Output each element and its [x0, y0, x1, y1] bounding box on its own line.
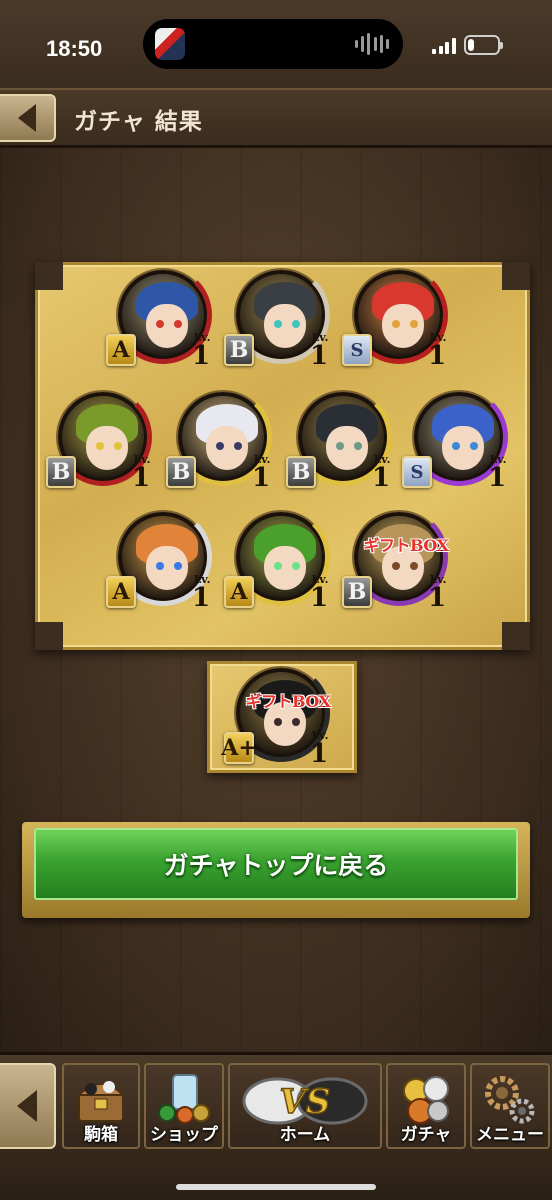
nav-label: ホーム: [279, 1125, 331, 1145]
rank-badge: B: [224, 334, 254, 366]
nav-item-home[interactable]: VS ホーム: [228, 1063, 382, 1149]
rank-badge: S: [402, 456, 432, 488]
unit-token[interactable]: S Lv. 1: [402, 388, 512, 500]
gift-box-label: ギフトBOX: [245, 692, 331, 711]
unit-token[interactable]: A Lv. 1: [224, 508, 334, 620]
nav-item-unit-box[interactable]: 駒箱: [62, 1063, 140, 1149]
page-title: ガチャ 結果: [74, 109, 203, 135]
svg-text:VS: VS: [280, 1082, 331, 1122]
audio-wave-icon: [355, 33, 389, 55]
level-value: 1: [309, 583, 329, 613]
nav-back-button[interactable]: [0, 1063, 56, 1149]
bottom-nav: 駒箱 ショップ VS ホーム ガチャ メニュー: [0, 1052, 552, 1200]
rank-badge: A: [224, 576, 254, 608]
board-corner: [35, 262, 63, 290]
versus-coin-icon: VS: [242, 1077, 368, 1125]
unit-token[interactable]: ギフトBOX B Lv. 1: [342, 508, 452, 620]
page-header: ガチャ 結果: [0, 88, 552, 148]
unit-token[interactable]: S Lv. 1: [342, 266, 452, 378]
nav-item-shop[interactable]: ショップ: [144, 1063, 224, 1149]
status-bar: 18:50: [0, 0, 552, 88]
home-indicator: [176, 1184, 376, 1190]
nav-label: メニュー: [476, 1125, 544, 1145]
nav-label: 駒箱: [84, 1125, 118, 1145]
unit-token[interactable]: ギフトBOX A+ Lv. 1: [221, 664, 334, 776]
signal-icon: [432, 38, 456, 54]
return-to-gacha-top-button[interactable]: ガチャトップに戻る: [34, 828, 518, 900]
level-value: 1: [309, 739, 329, 769]
board-corner: [502, 262, 530, 290]
unit-token[interactable]: B Lv. 1: [286, 388, 396, 500]
nav-item-menu[interactable]: メニュー: [470, 1063, 550, 1149]
board-corner: [35, 622, 63, 650]
chevron-left-icon: [18, 104, 36, 132]
gacha-coins-icon: [403, 1076, 449, 1124]
dynamic-island: [143, 19, 403, 69]
level-value: 1: [191, 341, 211, 371]
level-value: 1: [427, 583, 447, 613]
rank-badge: A: [106, 576, 136, 608]
board-corner: [502, 622, 530, 650]
rank-badge: B: [286, 456, 316, 488]
unit-token[interactable]: A Lv. 1: [106, 508, 216, 620]
rank-badge: A: [106, 334, 136, 366]
treasure-chest-icon: [76, 1081, 126, 1122]
nav-label: ショップ: [150, 1125, 218, 1145]
shop-items-icon: [158, 1074, 210, 1124]
rank-badge: B: [342, 576, 372, 608]
battery-level: [468, 39, 474, 51]
level-value: 1: [309, 341, 329, 371]
gears-icon: [485, 1076, 535, 1124]
level-value: 1: [131, 463, 151, 493]
level-value: 1: [427, 341, 447, 371]
level-value: 1: [371, 463, 391, 493]
level-value: 1: [487, 463, 507, 493]
rank-badge: B: [166, 456, 196, 488]
island-app-icon: [155, 28, 185, 60]
unit-token[interactable]: B Lv. 1: [224, 266, 334, 378]
battery-icon: [464, 35, 503, 55]
rank-badge: B: [46, 456, 76, 488]
status-time: 18:50: [46, 36, 103, 61]
chevron-left-icon: [17, 1090, 37, 1122]
nav-label: ガチャ: [400, 1125, 452, 1145]
unit-token[interactable]: B Lv. 1: [166, 388, 276, 500]
unit-token[interactable]: B Lv. 1: [46, 388, 156, 500]
level-value: 1: [251, 463, 271, 493]
back-button[interactable]: [0, 94, 56, 142]
rank-badge: S: [342, 334, 372, 366]
nav-item-gacha[interactable]: ガチャ: [386, 1063, 466, 1149]
rank-badge: A+: [221, 732, 257, 764]
unit-token[interactable]: A Lv. 1: [106, 266, 216, 378]
gift-box-label: ギフトBOX: [363, 536, 449, 555]
level-value: 1: [191, 583, 211, 613]
